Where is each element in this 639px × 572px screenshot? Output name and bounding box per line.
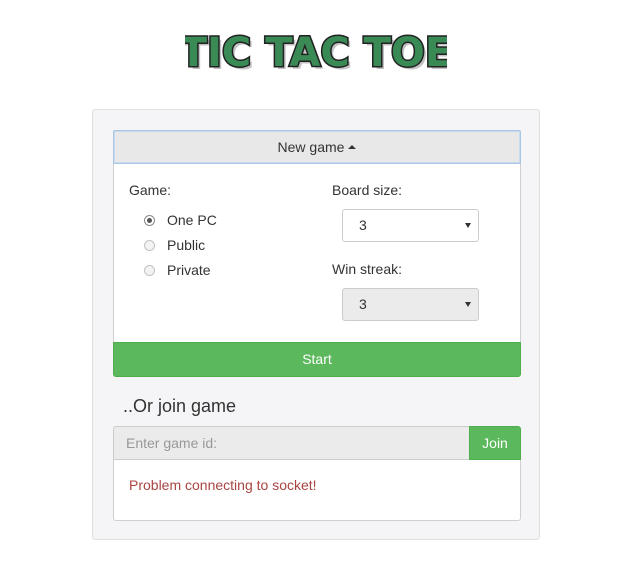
board-size-select[interactable]: 3 <box>342 209 479 242</box>
radio-one-pc[interactable]: One PC <box>144 212 217 228</box>
radio-private[interactable]: Private <box>144 262 211 278</box>
join-game-heading: ..Or join game <box>123 396 237 416</box>
win-streak-value: 3 <box>359 296 367 312</box>
new-game-label: New game <box>277 139 345 155</box>
win-streak-select[interactable]: 3 <box>342 288 479 321</box>
radio-label: One PC <box>167 212 217 228</box>
radio-checked-icon <box>144 214 155 226</box>
game-id-input[interactable]: Enter game id: <box>113 426 470 460</box>
game-panel: New game Game: One PC Public Private Boa… <box>92 109 540 540</box>
radio-public[interactable]: Public <box>144 237 205 253</box>
new-game-toggle[interactable]: New game <box>113 130 521 164</box>
game-mode-label: Game: <box>129 182 172 198</box>
logo-text: TIC TAC TOE <box>185 30 447 76</box>
radio-unchecked-icon <box>144 264 155 276</box>
caret-up-icon <box>348 145 357 150</box>
board-size-value: 3 <box>359 217 367 233</box>
error-message: Problem connecting to socket! <box>129 477 317 493</box>
board-size-label: Board size: <box>332 182 403 198</box>
join-button[interactable]: Join <box>469 426 521 460</box>
join-game-group: Enter game id: Join <box>113 426 521 460</box>
dropdown-arrow-icon <box>465 302 471 307</box>
win-streak-label: Win streak: <box>332 261 403 277</box>
radio-label: Public <box>167 237 206 253</box>
app-logo: TIC TAC TOE TIC TAC TOE <box>185 29 447 79</box>
start-button[interactable]: Start <box>113 342 521 377</box>
status-box: Problem connecting to socket! <box>113 460 521 521</box>
radio-unchecked-icon <box>144 239 155 251</box>
dropdown-arrow-icon <box>465 223 471 228</box>
radio-label: Private <box>167 262 211 278</box>
